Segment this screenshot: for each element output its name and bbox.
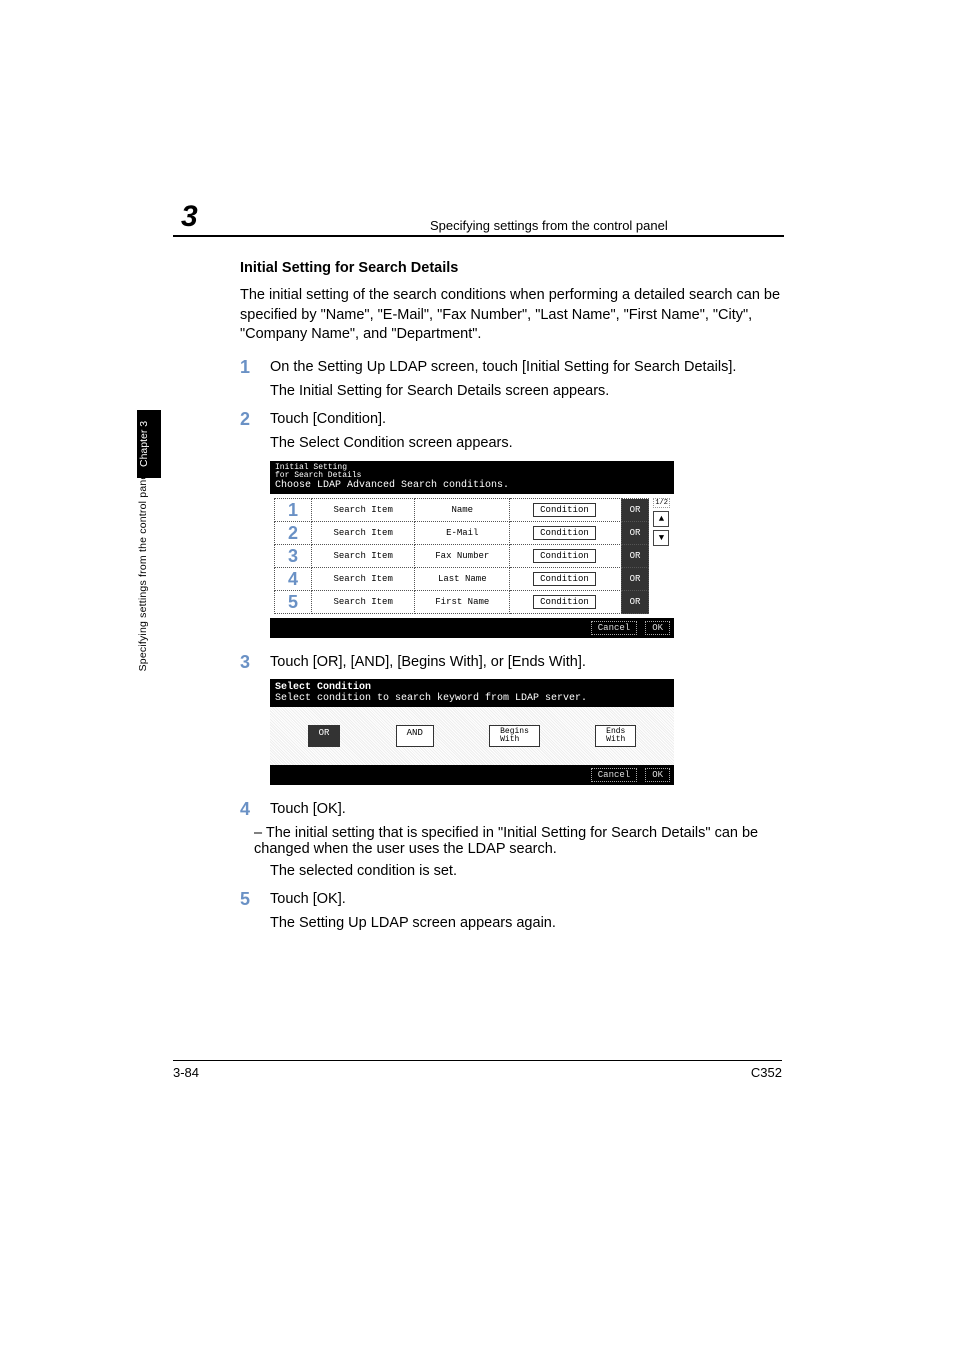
cancel-button[interactable]: Cancel — [591, 768, 637, 782]
condition-button[interactable]: Condition — [533, 549, 596, 563]
step-5-after: The Setting Up LDAP screen appears again… — [270, 915, 784, 931]
footer-page: 3-84 — [173, 1065, 199, 1080]
step-2-after: The Select Condition screen appears. — [270, 435, 784, 451]
step-number: 5 — [240, 889, 270, 909]
side-label: Specifying settings from the control pan… — [137, 471, 149, 671]
step-1-after: The Initial Setting for Search Details s… — [270, 383, 784, 399]
step-5: 5 Touch [OK]. — [240, 889, 784, 909]
ldap-table: 1 Search Item Name Condition OR 2 Search… — [274, 498, 649, 614]
panel2-msg: Select condition to search keyword from … — [275, 693, 669, 704]
running-head: Specifying settings from the control pan… — [430, 218, 668, 233]
step-text: Touch [Condition]. — [270, 409, 784, 429]
table-row: 4 Search Item Last Name Condition OR — [275, 568, 649, 591]
side-tab-chapter: Chapter 3 — [137, 410, 161, 478]
page-indicator: 1/2 — [653, 498, 670, 508]
cancel-button[interactable]: Cancel — [591, 621, 637, 635]
step-number: 4 — [240, 799, 270, 819]
footer-model: C352 — [751, 1065, 782, 1080]
step-number: 3 — [240, 652, 270, 672]
cond-value: OR — [621, 568, 649, 591]
ok-button[interactable]: OK — [645, 768, 670, 782]
section-title: Initial Setting for Search Details — [240, 260, 784, 276]
step-text: Touch [OK]. — [270, 799, 784, 819]
condition-button[interactable]: Condition — [533, 595, 596, 609]
ends-with-button[interactable]: Ends With — [595, 725, 636, 747]
step-1: 1 On the Setting Up LDAP screen, touch [… — [240, 357, 784, 377]
condition-button[interactable]: Condition — [533, 526, 596, 540]
or-button[interactable]: OR — [308, 725, 341, 747]
table-row: 3 Search Item Fax Number Condition OR — [275, 545, 649, 568]
step-4: 4 Touch [OK]. — [240, 799, 784, 819]
and-button[interactable]: AND — [396, 725, 434, 747]
header-rule — [173, 235, 784, 237]
table-row: 1 Search Item Name Condition OR — [275, 499, 649, 522]
scroll-down-button[interactable]: ▼ — [653, 530, 669, 546]
step-number: 1 — [240, 357, 270, 377]
step-text: Touch [OK]. — [270, 889, 784, 909]
cond-value: OR — [621, 522, 649, 545]
ldap-initial-setting-panel: Initial Setting for Search Details Choos… — [270, 461, 674, 638]
step-3: 3 Touch [OR], [AND], [Begins With], or [… — [240, 652, 784, 672]
table-row: 2 Search Item E-Mail Condition OR — [275, 522, 649, 545]
step-4-note: The initial setting that is specified in… — [254, 825, 784, 857]
scroll-up-button[interactable]: ▲ — [653, 511, 669, 527]
scroll-column: 1/2 ▲ ▼ — [653, 498, 670, 614]
panel2-title: Select Condition — [275, 682, 669, 693]
panel1-msg: Choose LDAP Advanced Search conditions. — [275, 480, 669, 491]
step-number: 2 — [240, 409, 270, 429]
page-footer: 3-84 C352 — [173, 1060, 782, 1080]
chapter-number: 3 — [181, 200, 198, 234]
step-4-after: The selected condition is set. — [270, 863, 784, 879]
select-condition-panel: Select Condition Select condition to sea… — [270, 679, 674, 785]
cond-value: OR — [621, 499, 649, 522]
table-row: 5 Search Item First Name Condition OR — [275, 591, 649, 614]
step-2: 2 Touch [Condition]. — [240, 409, 784, 429]
panel1-title: Initial Setting for Search Details — [275, 464, 669, 480]
cond-value: OR — [621, 591, 649, 614]
step-text: On the Setting Up LDAP screen, touch [In… — [270, 357, 784, 377]
condition-button[interactable]: Condition — [533, 572, 596, 586]
section-intro: The initial setting of the search condit… — [240, 286, 784, 345]
cond-value: OR — [621, 545, 649, 568]
ok-button[interactable]: OK — [645, 621, 670, 635]
step-text: Touch [OR], [AND], [Begins With], or [En… — [270, 652, 784, 672]
begins-with-button[interactable]: Begins With — [489, 725, 540, 747]
condition-button[interactable]: Condition — [533, 503, 596, 517]
